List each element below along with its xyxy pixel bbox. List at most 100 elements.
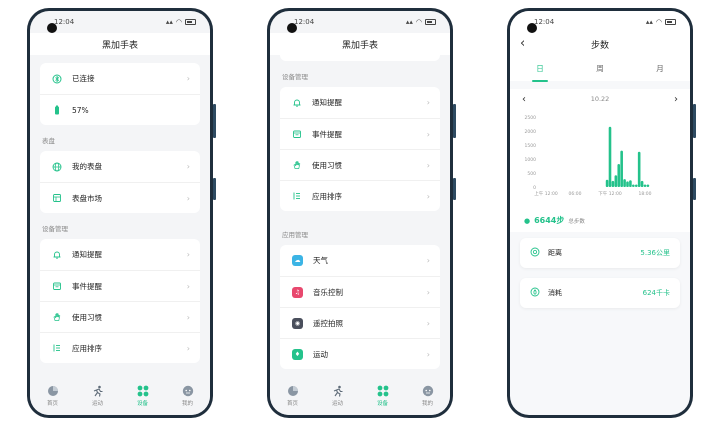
device-icon xyxy=(377,385,389,397)
list-item-app-order[interactable]: 应用排序 › xyxy=(40,332,200,363)
weather-icon: ☁ xyxy=(292,255,303,266)
battery-row[interactable]: 57% xyxy=(40,94,200,125)
tab-home[interactable]: 首页 xyxy=(47,385,59,407)
metric-value: 5.36公里 xyxy=(640,249,670,257)
x-tick-label: 下午 12:00 xyxy=(598,190,622,197)
list-item-label: 我的表盘 xyxy=(72,162,102,171)
list-item-label: 通知提醒 xyxy=(72,250,102,259)
next-date-button[interactable]: › xyxy=(674,94,678,105)
list-item-notification[interactable]: 通知提醒 › xyxy=(40,239,200,270)
chevron-right-icon: › xyxy=(186,193,190,203)
list-item-label: 事件提醒 xyxy=(312,129,342,139)
home-icon xyxy=(287,385,299,397)
tab-month[interactable]: 月 xyxy=(656,63,664,74)
signal-icon: ▴▴ xyxy=(645,18,653,26)
tab-sport[interactable]: 运动 xyxy=(332,385,344,407)
chevron-right-icon: › xyxy=(426,287,430,297)
connection-row[interactable]: 已连接 › xyxy=(40,63,200,94)
list-item-notification[interactable]: 通知提醒 › xyxy=(280,87,440,118)
chart-bar xyxy=(629,180,632,187)
tab-day[interactable]: 日 xyxy=(532,63,548,82)
y-tick-label: 1000 xyxy=(525,157,537,163)
list-item-label: 通知提醒 xyxy=(312,98,342,107)
chart-bar xyxy=(614,175,618,187)
section-apps: 应用管理 xyxy=(282,231,308,239)
list-item-watchface-market[interactable]: 表盘市场 › xyxy=(40,182,200,213)
chevron-right-icon: › xyxy=(186,74,190,83)
calendar-icon xyxy=(292,129,302,139)
list-item-weather[interactable]: ☁ 天气 › xyxy=(280,245,440,276)
wifi-icon: ◠ xyxy=(175,18,182,26)
bottom-tab-bar: 首页 运动 设备 我的 xyxy=(270,379,450,415)
tab-profile[interactable]: 我的 xyxy=(422,385,434,407)
bell-icon xyxy=(52,250,62,260)
section-device: 设备管理 xyxy=(282,73,308,81)
phone-frame-2: 12:04 ▴▴ ◠ 黑加手表 设备管理 通知提醒 › 事件提醒 › 使用习惯 … xyxy=(267,8,456,418)
phone-frame-1: 12:04 ▴▴ ◠ 黑加手表 已连接 › 57% 表盘 我的表盘 › 表盘市场… xyxy=(27,8,216,418)
phone-frame-3: 12:04 ▴▴ ◠ ‹ 步数 日 周 月 ‹ 10.22 › 0 500 10… xyxy=(507,8,696,418)
chevron-right-icon: › xyxy=(426,349,430,359)
signal-icon: ▴▴ xyxy=(165,18,173,26)
status-bar: 12:04 ▴▴ ◠ xyxy=(270,11,450,33)
chevron-right-icon: › xyxy=(186,162,190,171)
list-item-event[interactable]: 事件提醒 › xyxy=(40,270,200,301)
hand-icon xyxy=(52,312,62,322)
tab-profile[interactable]: 我的 xyxy=(182,385,194,407)
run-icon xyxy=(92,385,104,397)
list-item-label: 使用习惯 xyxy=(72,312,102,322)
chart-bar xyxy=(617,164,621,187)
battery-label: 57% xyxy=(72,105,89,115)
section-watchface: 表盘 xyxy=(42,137,55,145)
device-screen: 12:04 ▴▴ ◠ 黑加手表 已连接 › 57% 表盘 我的表盘 › 表盘市场… xyxy=(30,11,210,415)
profile-icon xyxy=(422,385,434,397)
list-item-my-watchface[interactable]: 我的表盘 › xyxy=(40,151,200,182)
list-item-label: 音乐控制 xyxy=(313,287,343,297)
list-item-music[interactable]: ♫ 音乐控制 › xyxy=(280,276,440,307)
wifi-icon: ◠ xyxy=(415,18,422,26)
chart-bar xyxy=(640,180,644,187)
tab-week[interactable]: 周 xyxy=(596,63,604,74)
tab-device[interactable]: 设备 xyxy=(377,385,389,407)
tab-label: 设备 xyxy=(376,401,388,407)
distance-card[interactable]: 距离 5.36公里 xyxy=(520,238,680,268)
tab-label: 设备 xyxy=(136,401,148,407)
prev-date-button[interactable]: ‹ xyxy=(522,94,526,105)
list-item-event[interactable]: 事件提醒 › xyxy=(280,118,440,149)
device-icon xyxy=(137,385,149,397)
y-tick-label: 1500 xyxy=(525,143,537,149)
steps-chart: 0 500 1000 1500 2000 2500 上午 12:00 06:00 下午 12:0… xyxy=(510,109,690,205)
list-item-habits[interactable]: 使用习惯 › xyxy=(280,149,440,180)
list-item-sport[interactable]: ♦ 运动 › xyxy=(280,338,440,369)
calorie-card[interactable]: 消耗 624千卡 xyxy=(520,278,680,308)
tab-label: 运动 xyxy=(331,401,343,407)
status-bar: 12:04 ▴▴ ◠ xyxy=(30,11,210,33)
y-tick-label: 500 xyxy=(527,171,536,177)
device-screen: 12:04 ▴▴ ◠ ‹ 步数 日 周 月 ‹ 10.22 › 0 500 10… xyxy=(510,11,690,415)
x-tick-label: 06:00 xyxy=(569,191,582,197)
steps-summary: ● 6644步 总步数 xyxy=(510,205,690,232)
calorie-icon xyxy=(530,287,540,299)
chevron-right-icon: › xyxy=(186,250,190,259)
apps-card: ☁ 天气 › ♫ 音乐控制 › ◉ 遥控拍照 › ♦ 运动 › xyxy=(280,245,440,369)
page-title-text: 步数 xyxy=(590,40,609,51)
chevron-right-icon: › xyxy=(426,318,430,328)
tab-home[interactable]: 首页 xyxy=(287,385,299,407)
chevron-right-icon: › xyxy=(426,191,430,201)
tab-device[interactable]: 设备 xyxy=(137,385,149,407)
front-camera xyxy=(47,23,57,33)
sort-icon xyxy=(292,191,302,201)
steps-chart-svg: 0 500 1000 1500 2000 2500 上午 12:00 06:00 下午 12:0… xyxy=(525,115,652,197)
camera-icon: ◉ xyxy=(292,317,303,329)
list-item-habits[interactable]: 使用习惯 › xyxy=(40,301,200,332)
list-item-app-order[interactable]: 应用排序 › xyxy=(280,180,440,211)
status-time: 12:04 xyxy=(54,18,75,26)
tab-sport[interactable]: 运动 xyxy=(92,385,104,407)
run-icon xyxy=(332,385,344,397)
list-item-camera[interactable]: ◉ 遥控拍照 › xyxy=(280,307,440,338)
battery-status-icon xyxy=(425,19,436,25)
connection-label: 已连接 xyxy=(72,74,95,83)
profile-icon xyxy=(182,385,194,397)
back-button[interactable]: ‹ xyxy=(520,36,525,51)
date-navigator: ‹ 10.22 › xyxy=(510,89,690,109)
status-card: 已连接 › 57% xyxy=(40,63,200,125)
